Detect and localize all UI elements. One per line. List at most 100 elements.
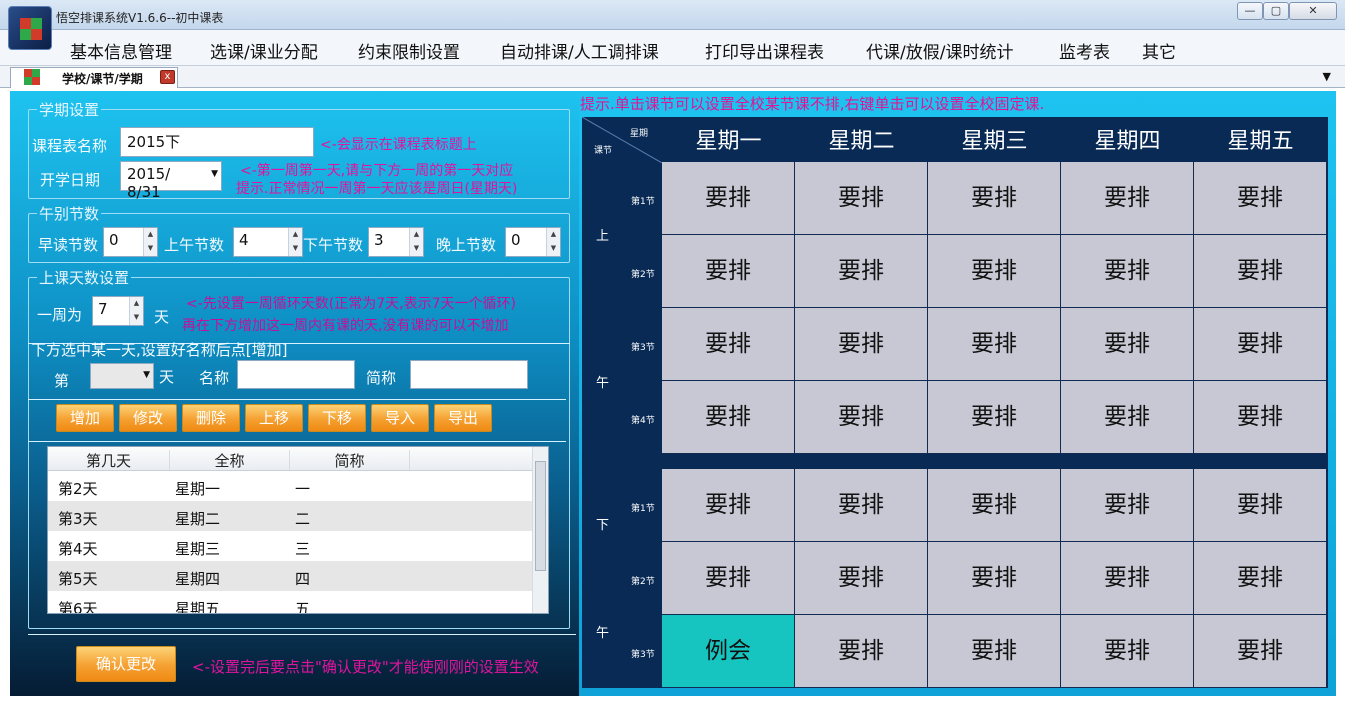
fullname-input[interactable] (237, 360, 355, 389)
tab-close-icon[interactable]: x (160, 70, 175, 84)
schedule-cell-am-4-mon[interactable]: 要排 (662, 381, 795, 454)
morning-read-stepper[interactable]: 0 ▲ ▼ (103, 227, 158, 257)
schedule-cell-am-3-tue[interactable]: 要排 (795, 308, 928, 381)
schedule-cell-am-4-thu[interactable]: 要排 (1061, 381, 1194, 454)
slot-label[interactable]: 第3节 (631, 647, 655, 660)
schedule-cell-pm-1-tue[interactable]: 要排 (795, 469, 928, 542)
schedule-cell-am-2-fri[interactable]: 要排 (1194, 235, 1327, 308)
schedule-cell-pm-3-tue[interactable]: 要排 (795, 615, 928, 688)
table-row[interactable]: 第2天 星期一 一 (48, 471, 534, 501)
schedule-cell-am-2-tue[interactable]: 要排 (795, 235, 928, 308)
schedule-cell-pm-2-thu[interactable]: 要排 (1061, 542, 1194, 615)
menu-substitute[interactable]: 代课/放假/课时统计 (866, 38, 1013, 63)
slot-label[interactable]: 第2节 (631, 267, 655, 280)
schedule-cell-pm-3-mon[interactable]: 例会 (662, 615, 795, 688)
schedule-cell-am-3-mon[interactable]: 要排 (662, 308, 795, 381)
schedule-cell-pm-3-fri[interactable]: 要排 (1194, 615, 1327, 688)
column-header[interactable]: 简称 (290, 450, 410, 470)
schedule-cell-am-1-tue[interactable]: 要排 (795, 162, 928, 235)
maximize-button[interactable]: ▢ (1263, 2, 1289, 20)
menu-exam-proctor[interactable]: 监考表 (1059, 38, 1110, 63)
slot-label[interactable]: 第2节 (631, 574, 655, 587)
schedule-name-input[interactable]: 2015下 (120, 127, 314, 157)
scrollbar-thumb[interactable] (535, 461, 546, 571)
pm-periods-stepper[interactable]: 3 ▲ ▼ (368, 227, 424, 257)
schedule-cell-am-1-mon[interactable]: 要排 (662, 162, 795, 235)
table-row[interactable]: 第6天 星期五 五 (48, 591, 534, 613)
week-hint-2: 再在下方增加这一周内有课的天,没有课的可以不增加 (182, 318, 509, 334)
title-bar: 悟空排课系统V1.6.6--初中课表 — ▢ ✕ (0, 0, 1345, 30)
edit-button[interactable]: 修改 (119, 404, 177, 432)
slot-label[interactable]: 第4节 (631, 413, 655, 426)
schedule-cell-am-2-wed[interactable]: 要排 (928, 235, 1061, 308)
day-header-mon[interactable]: 星期一 (662, 123, 795, 155)
eve-periods-stepper[interactable]: 0 ▲ ▼ (505, 227, 561, 257)
schedule-cell-am-3-fri[interactable]: 要排 (1194, 308, 1327, 381)
spin-arrows-icon[interactable]: ▲ ▼ (288, 228, 302, 256)
shortname-input[interactable] (410, 360, 528, 389)
table-row[interactable]: 第5天 星期四 四 (48, 561, 534, 591)
nth-day-select[interactable]: ▼ (90, 363, 154, 389)
menu-auto-schedule[interactable]: 自动排课/人工调排课 (500, 38, 659, 63)
import-button[interactable]: 导入 (371, 404, 429, 432)
schedule-cell-pm-2-fri[interactable]: 要排 (1194, 542, 1327, 615)
schedule-cell-pm-3-thu[interactable]: 要排 (1061, 615, 1194, 688)
schedule-cell-am-2-mon[interactable]: 要排 (662, 235, 795, 308)
day-header-fri[interactable]: 星期五 (1194, 123, 1327, 155)
scrollbar[interactable] (532, 447, 548, 613)
schedule-cell-am-3-thu[interactable]: 要排 (1061, 308, 1194, 381)
cell-shortname: 二 (295, 510, 311, 528)
minimize-button[interactable]: — (1237, 2, 1263, 20)
table-row[interactable]: 第4天 星期三 三 (48, 531, 534, 561)
tab-dropdown-icon[interactable]: ▼ (1323, 70, 1331, 83)
day-header-thu[interactable]: 星期四 (1061, 123, 1194, 155)
schedule-cell-pm-2-wed[interactable]: 要排 (928, 542, 1061, 615)
slot-label[interactable]: 第1节 (631, 501, 655, 514)
menu-course-select[interactable]: 选课/课业分配 (210, 38, 318, 63)
spin-arrows-icon[interactable]: ▲ ▼ (129, 297, 143, 325)
delete-button[interactable]: 删除 (182, 404, 240, 432)
slot-label[interactable]: 第3节 (631, 340, 655, 353)
day-header-wed[interactable]: 星期三 (928, 123, 1061, 155)
schedule-cell-am-2-thu[interactable]: 要排 (1061, 235, 1194, 308)
nth-day-label: 第 (54, 372, 70, 390)
schedule-cell-pm-1-mon[interactable]: 要排 (662, 469, 795, 542)
morning-read-label: 早读节数 (38, 236, 99, 254)
schedule-cell-pm-2-mon[interactable]: 要排 (662, 542, 795, 615)
schedule-cell-pm-1-thu[interactable]: 要排 (1061, 469, 1194, 542)
spin-arrows-icon[interactable]: ▲ ▼ (546, 228, 560, 256)
table-row[interactable]: 第3天 星期二 二 (48, 501, 534, 531)
week-days-stepper[interactable]: 7 ▲ ▼ (92, 296, 144, 326)
schedule-cell-pm-2-tue[interactable]: 要排 (795, 542, 928, 615)
schedule-cell-pm-1-fri[interactable]: 要排 (1194, 469, 1327, 542)
am-periods-stepper[interactable]: 4 ▲ ▼ (233, 227, 303, 257)
confirm-button[interactable]: 确认更改 (76, 646, 176, 682)
schedule-cell-am-1-fri[interactable]: 要排 (1194, 162, 1327, 235)
schedule-cell-am-4-tue[interactable]: 要排 (795, 381, 928, 454)
schedule-name-label: 课程表名称 (32, 137, 108, 155)
spin-arrows-icon[interactable]: ▲ ▼ (409, 228, 423, 256)
slot-label[interactable]: 第1节 (631, 194, 655, 207)
column-header[interactable]: 第几天 (48, 450, 170, 470)
spin-arrows-icon[interactable]: ▲ ▼ (143, 228, 157, 256)
schedule-cell-am-1-thu[interactable]: 要排 (1061, 162, 1194, 235)
add-button[interactable]: 增加 (56, 404, 114, 432)
schedule-cell-am-1-wed[interactable]: 要排 (928, 162, 1061, 235)
menu-other[interactable]: 其它 (1142, 38, 1176, 63)
day-list[interactable]: 第几天 全称 简称 第2天 星期一 一 第3天 星期二 二 第4天 星期三 三 … (47, 446, 549, 614)
export-button[interactable]: 导出 (434, 404, 492, 432)
schedule-cell-am-3-wed[interactable]: 要排 (928, 308, 1061, 381)
menu-basic-info[interactable]: 基本信息管理 (70, 38, 172, 63)
move-up-button[interactable]: 上移 (245, 404, 303, 432)
schedule-cell-am-4-wed[interactable]: 要排 (928, 381, 1061, 454)
menu-print-export[interactable]: 打印导出课程表 (705, 38, 824, 63)
column-header[interactable]: 全称 (170, 450, 290, 470)
close-button[interactable]: ✕ (1289, 2, 1337, 20)
day-header-tue[interactable]: 星期二 (795, 123, 928, 155)
schedule-cell-pm-3-wed[interactable]: 要排 (928, 615, 1061, 688)
schedule-cell-am-4-fri[interactable]: 要排 (1194, 381, 1327, 454)
schedule-cell-pm-1-wed[interactable]: 要排 (928, 469, 1061, 542)
move-down-button[interactable]: 下移 (308, 404, 366, 432)
start-date-picker[interactable]: 2015/ 8/31 ▼ (120, 161, 222, 201)
menu-constraints[interactable]: 约束限制设置 (358, 38, 460, 63)
